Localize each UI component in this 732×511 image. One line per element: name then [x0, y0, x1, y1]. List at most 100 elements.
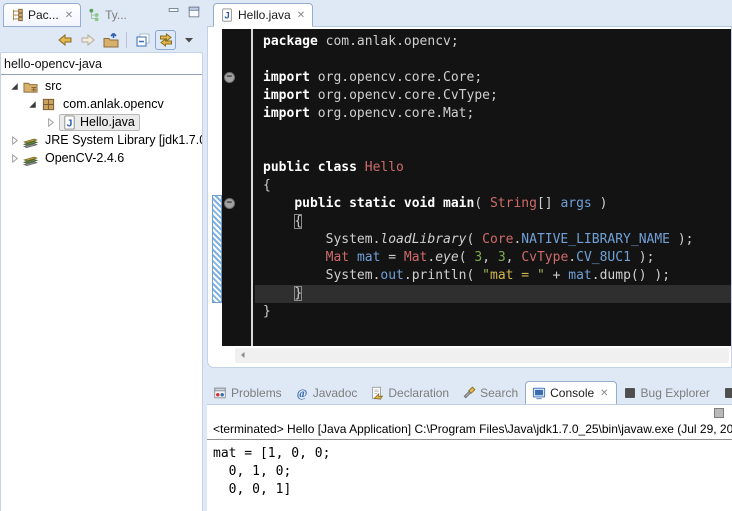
editor-body: −− package com.anlak.opencv;import org.o… — [212, 29, 731, 346]
package-explorer-view: Pac... ✕ Ty... hello-opencv-java src com.an… — [0, 0, 204, 511]
horizontal-scrollbar[interactable] — [235, 348, 729, 363]
code-line: } — [255, 303, 731, 321]
code-line: public static void main( String[] args ) — [255, 195, 731, 213]
tab-label: Problems — [231, 386, 282, 400]
annotation-ruler[interactable] — [212, 29, 222, 346]
code-line: import org.opencv.core.Mat; — [255, 105, 731, 123]
fold-marker-icon[interactable]: − — [224, 198, 235, 209]
back-arrow-icon[interactable] — [54, 30, 75, 50]
tab-declaration[interactable]: Declaration — [364, 382, 456, 404]
tab-javadoc[interactable]: @ Javadoc — [289, 382, 365, 404]
console-toolbar-icon[interactable] — [714, 408, 724, 418]
tree-item-label: src — [41, 78, 66, 94]
tab-label: Hello.java — [238, 8, 291, 22]
tree-item-label: JRE System Library [jdk1.7.0 — [41, 132, 203, 148]
source-folder-icon — [23, 79, 38, 94]
fold-gutter[interactable]: −− — [222, 29, 253, 346]
declaration-icon — [370, 386, 384, 400]
view-window-buttons — [167, 5, 201, 19]
console-toolbar — [207, 405, 732, 421]
code-line: System.loadLibrary( Core.NATIVE_LIBRARY_… — [255, 231, 731, 249]
javadoc-icon: @ — [295, 386, 309, 400]
code-line: public class Hello — [255, 159, 731, 177]
package-explorer-toolbar — [0, 27, 204, 52]
code-line: { — [255, 177, 731, 195]
tab-bug-explorer[interactable]: Bug Explorer — [617, 382, 717, 404]
tree-item-opencv-2-4-6[interactable]: OpenCV-2.4.6 — [1, 149, 202, 167]
close-icon[interactable]: ✕ — [297, 10, 305, 21]
svg-text:@: @ — [296, 388, 307, 400]
tab-bug[interactable]: Bug — [717, 382, 732, 404]
bottom-tabbar: Problems @ Javadoc Declaration Search Console… — [207, 378, 732, 405]
code-editor[interactable]: package com.anlak.opencv; import org.open… — [255, 29, 731, 346]
console-icon — [532, 386, 546, 400]
forward-arrow-icon[interactable] — [77, 30, 98, 50]
tab-label: Bug Explorer — [641, 386, 710, 400]
editor-group: JHello.java✕ −− package com.anlak.opencv… — [207, 0, 732, 372]
tab-label: Javadoc — [313, 386, 358, 400]
library-icon — [23, 133, 38, 148]
expanded-expander-icon[interactable] — [27, 99, 38, 110]
tab-label: Console — [550, 386, 594, 400]
console-output-line: 0, 0, 1] — [213, 481, 732, 499]
bug-explorer-icon — [723, 386, 732, 400]
collapsed-expander-icon[interactable] — [9, 135, 20, 146]
code-line: System.out.println( "mat = " + mat.dump(… — [255, 267, 731, 285]
tab-label: Pac... — [28, 8, 59, 22]
tree-item-label: Hello.java — [80, 115, 135, 129]
search-icon — [462, 386, 476, 400]
up-folder-icon[interactable] — [100, 30, 121, 50]
console-view: <terminated> Hello [Java Application] C:… — [207, 405, 732, 511]
close-icon[interactable]: ✕ — [65, 10, 73, 21]
tree-item-jre-system-library-jdk1-7-0[interactable]: JRE System Library [jdk1.7.0 — [1, 131, 202, 149]
editor-frame: −− package com.anlak.opencv;import org.o… — [207, 27, 732, 368]
collapsed-expander-icon[interactable] — [45, 117, 56, 128]
type-hierarchy-icon — [87, 8, 101, 22]
minimize-icon[interactable] — [167, 5, 181, 19]
code-line — [255, 123, 731, 141]
package-explorer-icon — [10, 8, 24, 22]
collapsed-expander-icon[interactable] — [9, 153, 20, 164]
tab-console[interactable]: Console ✕ — [525, 381, 616, 405]
collapse-all-icon[interactable] — [132, 30, 153, 50]
scroll-left-arrow-icon[interactable] — [235, 349, 249, 363]
code-line: { — [255, 213, 731, 231]
console-output-line: mat = [1, 0, 0; — [213, 445, 732, 463]
tree-selection: JHello.java — [59, 114, 140, 131]
package-explorer-tabbar: Pac... ✕ Ty... — [0, 0, 204, 27]
tree-item-hello-java[interactable]: JHello.java — [1, 113, 202, 131]
tab-label: Declaration — [388, 386, 449, 400]
tab-problems[interactable]: Problems — [207, 382, 289, 404]
tree-item-label: OpenCV-2.4.6 — [41, 150, 128, 166]
tree-item-label: com.anlak.opencv — [59, 96, 168, 112]
editor-tabbar: JHello.java✕ — [207, 0, 732, 27]
tab-hello-java[interactable]: JHello.java✕ — [213, 3, 313, 27]
code-line — [255, 141, 731, 159]
tree-item-com-anlak-opencv[interactable]: com.anlak.opencv — [1, 95, 202, 113]
project-label[interactable]: hello-opencv-java — [1, 53, 202, 74]
bottom-panel: Problems @ Javadoc Declaration Search Console… — [207, 378, 732, 511]
view-menu-icon[interactable] — [178, 30, 199, 50]
close-icon[interactable]: ✕ — [600, 388, 608, 399]
toolbar-separator — [126, 32, 127, 48]
fold-marker-icon[interactable]: − — [224, 72, 235, 83]
tab-search[interactable]: Search — [456, 382, 525, 404]
range-indicator — [212, 195, 222, 303]
tab-pac[interactable]: Pac... ✕ — [3, 3, 81, 27]
bug-explorer-icon — [623, 386, 637, 400]
tree-item-src[interactable]: src — [1, 77, 202, 95]
tab-ty[interactable]: Ty... — [81, 4, 134, 26]
link-with-editor-icon[interactable] — [155, 30, 176, 50]
maximize-icon[interactable] — [187, 5, 201, 19]
package-explorer-content: hello-opencv-java src com.anlak.opencv JHe… — [0, 52, 203, 511]
console-output[interactable]: mat = [1, 0, 0; 0, 1, 0; 0, 0, 1] — [207, 440, 732, 499]
code-line — [255, 51, 731, 69]
code-line: package com.anlak.opencv; — [255, 33, 731, 51]
code-line: } — [255, 285, 731, 303]
tab-label: Search — [480, 386, 518, 400]
code-line: import org.opencv.core.CvType; — [255, 87, 731, 105]
project-tree: src com.anlak.opencv JHello.javaJRE System… — [1, 75, 202, 167]
library-icon — [23, 151, 38, 166]
eclipse-window: Pac... ✕ Ty... hello-opencv-java src com.an… — [0, 0, 732, 511]
expanded-expander-icon[interactable] — [9, 81, 20, 92]
